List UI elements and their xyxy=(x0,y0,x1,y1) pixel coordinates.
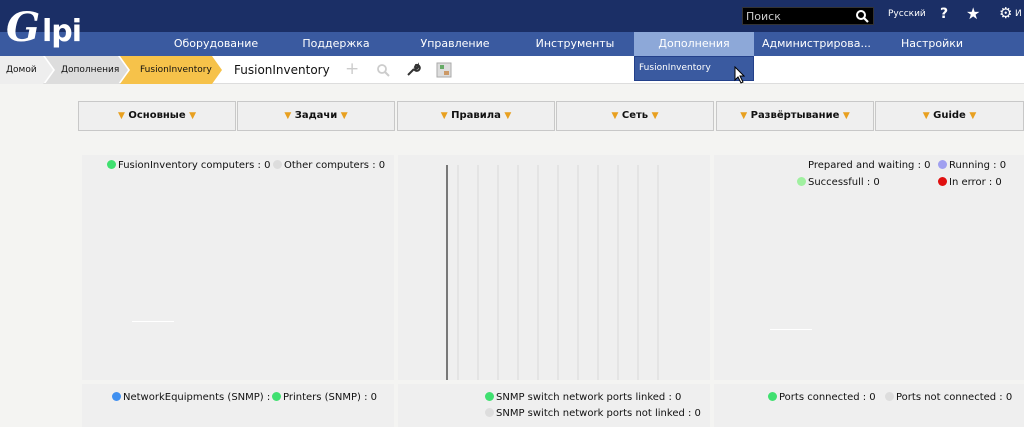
legend-ports-not-connected: Ports not connected : 0 xyxy=(885,392,1012,403)
page-title: FusionInventory xyxy=(234,63,330,77)
legend-successful: Successfull : 0 xyxy=(797,177,880,188)
tab-guide-label: Guide xyxy=(933,110,966,121)
legend-ports-not-linked: SNMP switch network ports not linked : 0 xyxy=(485,408,701,419)
breadcrumb: Домой Дополнения FusionInventory FusionI… xyxy=(0,56,1024,84)
search-icon[interactable] xyxy=(855,9,869,23)
legend-dot xyxy=(797,177,806,186)
chevron-down-icon: ▼ xyxy=(740,111,748,121)
add-icon[interactable]: + xyxy=(345,59,359,79)
tab-network[interactable]: ▼ Сеть ▼ xyxy=(556,101,714,131)
tab-tasks-label: Задачи xyxy=(294,110,338,121)
tab-general-label: Основные xyxy=(128,110,186,121)
search-icon[interactable] xyxy=(376,63,390,77)
breadcrumb-home[interactable]: Домой xyxy=(6,56,37,84)
menu-item-setup[interactable]: Настройки xyxy=(896,32,968,56)
legend-dot xyxy=(485,408,494,417)
chart-gridlines xyxy=(457,165,659,380)
deployments-chart xyxy=(446,165,659,380)
chevron-down-icon: ▼ xyxy=(504,111,512,121)
chevron-down-icon: ▼ xyxy=(117,111,125,121)
chevron-down-icon: ▼ xyxy=(340,111,348,121)
panel-ports xyxy=(714,384,1024,427)
chevron-down-icon: ▼ xyxy=(651,111,659,121)
legend-in-error: In error : 0 xyxy=(938,177,1002,188)
language-selector[interactable]: Русский xyxy=(888,9,926,19)
search-input[interactable] xyxy=(743,8,851,24)
gear-icon[interactable]: ⚙ xyxy=(999,4,1012,22)
chevron-down-icon: ▼ xyxy=(969,111,977,121)
tab-deploy-label: Развёртывание xyxy=(750,110,840,121)
breadcrumb-plugins[interactable]: Дополнения xyxy=(61,56,119,84)
panel-tasks xyxy=(714,155,1024,380)
chevron-down-icon: ▼ xyxy=(611,111,619,121)
tree-icon[interactable] xyxy=(436,62,452,78)
legend-fusion-computers: FusionInventory computers : 0 xyxy=(107,160,270,171)
tab-rules[interactable]: ▼ Правила ▼ xyxy=(397,101,555,131)
legend-dot xyxy=(272,392,281,401)
main-menu: Оборудование Поддержка Управление Инстру… xyxy=(0,32,1024,56)
star-icon[interactable]: ★ xyxy=(966,4,980,23)
legend-ports-linked: SNMP switch network ports linked : 0 xyxy=(485,392,681,403)
legend-dot xyxy=(938,160,947,169)
tab-guide[interactable]: ▼ Guide ▼ xyxy=(875,101,1024,131)
menu-item-assistance[interactable]: Поддержка xyxy=(296,32,376,56)
wrench-icon[interactable] xyxy=(405,62,421,78)
legend-dot xyxy=(797,160,806,169)
tab-network-label: Сеть xyxy=(621,110,649,121)
legend-other-computers: Other computers : 0 xyxy=(273,160,385,171)
legend-dot xyxy=(768,392,777,401)
legend-ports-connected: Ports connected : 0 xyxy=(768,392,876,403)
panel-snmp-devices xyxy=(82,384,394,427)
legend-dot xyxy=(112,392,121,401)
tab-deploy[interactable]: ▼ Развёртывание ▼ xyxy=(716,101,874,131)
glpi-logo[interactable]: G lpi xyxy=(6,4,86,52)
tab-tasks[interactable]: ▼ Задачи ▼ xyxy=(237,101,395,131)
menu-item-administration[interactable]: Администрирова... xyxy=(762,32,871,56)
legend-dot xyxy=(485,392,494,401)
legend-network-equipments: NetworkEquipments (SNMP) : 0 xyxy=(112,392,280,403)
legend-dot xyxy=(107,160,116,169)
empty-chart-line xyxy=(132,321,174,322)
chevron-down-icon: ▼ xyxy=(189,111,197,121)
tab-rules-label: Правила xyxy=(451,110,501,121)
legend-printers: Printers (SNMP) : 0 xyxy=(272,392,377,403)
search-box xyxy=(742,7,874,25)
menu-item-management[interactable]: Управление xyxy=(416,32,494,56)
chevron-down-icon: ▼ xyxy=(842,111,850,121)
menu-item-plugins[interactable]: Дополнения xyxy=(634,32,754,56)
breadcrumb-fusioninventory[interactable]: FusionInventory xyxy=(140,56,212,84)
panel-computers xyxy=(82,155,394,380)
empty-chart-line xyxy=(770,329,812,330)
chevron-down-icon: ▼ xyxy=(284,111,292,121)
top-bar: G lpi Русский ? ★ ⚙ И xyxy=(0,0,1024,51)
dropdown-item-fusioninventory[interactable]: FusionInventory xyxy=(639,63,711,73)
help-icon[interactable]: ? xyxy=(940,6,948,22)
legend-dot xyxy=(938,177,947,186)
logo-g-mark: G xyxy=(6,4,41,51)
legend-running: Running : 0 xyxy=(938,160,1006,171)
tab-general[interactable]: ▼ Основные ▼ xyxy=(78,101,236,131)
chevron-down-icon: ▼ xyxy=(440,111,448,121)
user-menu-label[interactable]: И xyxy=(1015,9,1022,19)
mouse-cursor-icon xyxy=(734,66,746,84)
legend-dot xyxy=(273,160,282,169)
panel-deployments-chart xyxy=(398,155,710,380)
legend-prepared: Prepared and waiting : 0 xyxy=(797,160,931,171)
legend-dot xyxy=(885,392,894,401)
menu-item-assets[interactable]: Оборудование xyxy=(170,32,262,56)
chevron-down-icon: ▼ xyxy=(922,111,930,121)
menu-item-tools[interactable]: Инструменты xyxy=(534,32,616,56)
logo-lpi-text: lpi xyxy=(42,14,82,49)
panel-switch-ports xyxy=(398,384,710,427)
